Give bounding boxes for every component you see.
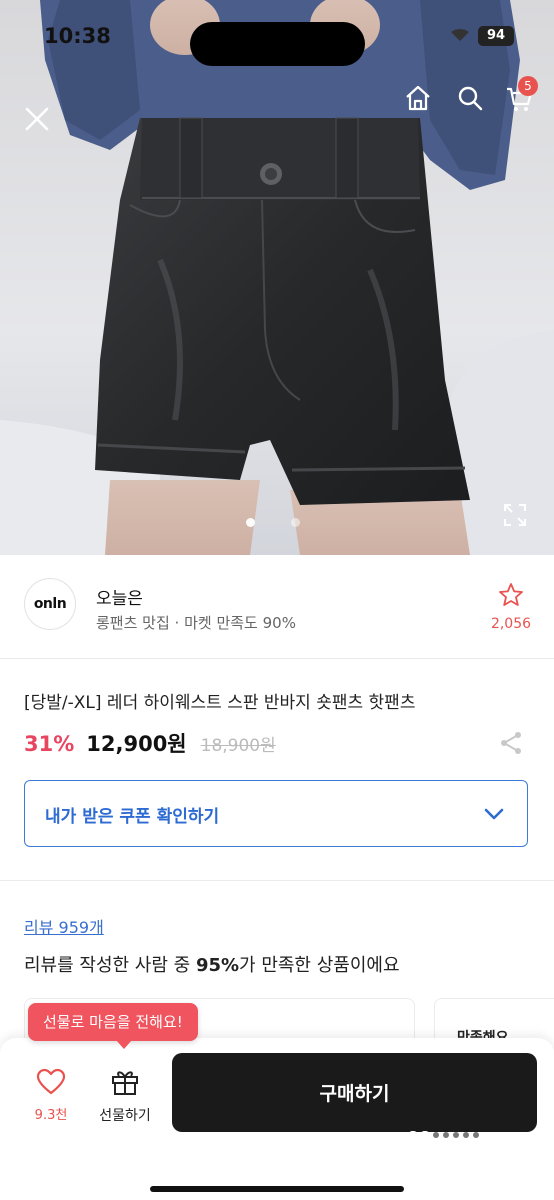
- cart-count-badge: 5: [518, 76, 538, 96]
- sale-price: 12,900원: [86, 732, 187, 756]
- store-name[interactable]: 오늘은: [96, 584, 143, 609]
- share-button[interactable]: [498, 730, 524, 756]
- page-dot: [433, 1132, 439, 1138]
- star-icon: [499, 583, 523, 606]
- carousel-dots: [246, 518, 300, 527]
- section-divider: [0, 880, 554, 881]
- gift-icon: [112, 1071, 138, 1095]
- review-summary-post: 가 만족한 상품이에요: [239, 955, 400, 976]
- review-summary-pre: 리뷰를 작성한 사람 중: [24, 955, 196, 976]
- product-image-carousel[interactable]: 10:38 94 5: [0, 0, 554, 555]
- carousel-dot[interactable]: [291, 518, 300, 527]
- discount-rate: 31%: [24, 732, 75, 756]
- page-dot: [409, 1131, 417, 1139]
- like-button[interactable]: 9.3천: [26, 1068, 76, 1123]
- carousel-dot[interactable]: [246, 518, 255, 527]
- home-indicator: [150, 1186, 404, 1192]
- heart-icon: [36, 1068, 66, 1095]
- buy-button-label: 구매하기: [319, 1083, 390, 1105]
- product-title: [당발/-XL] 레더 하이웨스트 스판 반바지 숏팬츠 핫팬츠: [24, 693, 416, 713]
- gift-tooltip[interactable]: 선물로 마음을 전해요!: [28, 1003, 198, 1049]
- home-icon: [406, 85, 430, 111]
- home-button[interactable]: [402, 82, 434, 114]
- close-button[interactable]: [20, 102, 54, 136]
- review-summary: 리뷰를 작성한 사람 중 95%가 만족한 상품이에요: [24, 951, 400, 977]
- store-favorite-button[interactable]: 2,056: [486, 582, 536, 632]
- review-satisfaction-rate: 95%: [195, 955, 240, 976]
- cart-button[interactable]: 5: [502, 76, 538, 116]
- page-dot: [463, 1132, 469, 1138]
- share-icon: [501, 732, 521, 754]
- expand-image-button[interactable]: [502, 502, 528, 528]
- page-dot: [453, 1132, 459, 1138]
- buy-button[interactable]: 구매하기: [172, 1053, 537, 1139]
- product-detail-page: 10:38 94 5 onln 오늘은 롱팬츠 맛집 · 마켓 만족도 90% …: [0, 0, 554, 1200]
- expand-icon: [504, 504, 526, 526]
- status-bar: 10:38 94: [0, 22, 554, 66]
- gift-label: 선물하기: [99, 1108, 151, 1124]
- battery-icon: 94: [478, 26, 514, 46]
- original-price: 18,900원: [200, 736, 276, 756]
- store-logo[interactable]: onln: [24, 578, 76, 630]
- close-icon: [25, 107, 49, 131]
- store-favorite-count: 2,056: [490, 616, 532, 632]
- review-count-link[interactable]: 리뷰 959개: [24, 914, 104, 938]
- chevron-down-icon: [484, 808, 504, 820]
- status-time: 10:38: [44, 24, 111, 48]
- price-row: 31% 12,900원 18,900원: [24, 728, 276, 758]
- buy-button-page-indicator: [409, 1131, 479, 1139]
- coupon-check-button[interactable]: 내가 받은 쿠폰 확인하기: [24, 780, 528, 847]
- coupon-label: 내가 받은 쿠폰 확인하기: [45, 807, 220, 827]
- store-description: 롱팬츠 맛집 · 마켓 만족도 90%: [96, 614, 296, 632]
- gift-button[interactable]: 선물하기: [90, 1068, 160, 1125]
- page-dot: [443, 1132, 449, 1138]
- like-count: 9.3천: [34, 1108, 68, 1123]
- bottom-action-bar: 9.3천 선물하기 구매하기: [0, 1038, 554, 1200]
- wifi-icon: [451, 29, 469, 41]
- dynamic-island: [190, 22, 365, 66]
- search-icon: [458, 86, 483, 111]
- page-dot: [421, 1131, 429, 1139]
- store-row[interactable]: onln 오늘은 롱팬츠 맛집 · 마켓 만족도 90% 2,056: [0, 556, 554, 659]
- page-dot: [473, 1132, 479, 1138]
- search-button[interactable]: [454, 82, 486, 114]
